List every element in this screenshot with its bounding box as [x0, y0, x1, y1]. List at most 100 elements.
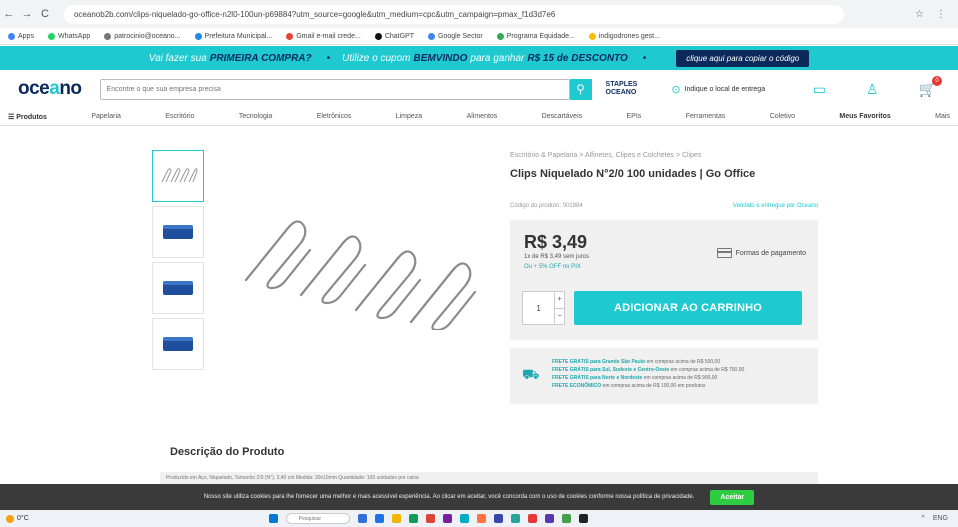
bookmark-favicon-icon: [496, 32, 504, 40]
forward-button[interactable]: →: [18, 8, 36, 20]
category-item[interactable]: Tecnologia: [239, 113, 272, 120]
bookmark-item[interactable]: ChatGPT: [374, 32, 414, 40]
taskbar-app-icon[interactable]: [578, 514, 588, 523]
add-to-cart-button[interactable]: ADICIONAR AO CARRINHO: [574, 291, 802, 325]
location-pin-icon: ⊙: [671, 83, 681, 96]
language-indicator[interactable]: ENG: [933, 515, 948, 522]
thumbnail-box-2[interactable]: [152, 262, 204, 314]
category-item[interactable]: Mais: [935, 113, 950, 120]
system-tray-arrow-icon[interactable]: ^: [922, 515, 925, 522]
oceano-logo[interactable]: oceano: [18, 78, 82, 100]
breadcrumb[interactable]: Escritório & Papelaria > Alfinetes, Clip…: [510, 152, 701, 159]
address-bar[interactable]: oceanob2b.com/clips-niquelado-go-office-…: [64, 4, 844, 24]
chat-icon[interactable]: ▭: [813, 81, 826, 98]
bookmark-star-icon[interactable]: ☆: [915, 9, 924, 20]
shipping-line-detail: em compras acima de R$ 750,00: [669, 367, 745, 373]
bookmark-label: Programa Equidade...: [506, 32, 575, 40]
weather-widget[interactable]: 0°C: [6, 514, 29, 523]
promo-separator-2: •: [642, 52, 647, 64]
quantity-input[interactable]: 1: [523, 292, 554, 324]
accept-cookies-button[interactable]: Aceitar: [710, 489, 755, 505]
bookmark-item[interactable]: Programa Equidade...: [496, 32, 575, 40]
promo-first-purchase: PRIMEIRA COMPRA?: [209, 52, 312, 64]
bookmark-label: WhatsApp: [57, 32, 91, 40]
bookmark-item[interactable]: Google Sector: [428, 32, 483, 40]
category-item[interactable]: Papelaria: [91, 113, 121, 120]
taskbar-app-icon[interactable]: [510, 514, 520, 523]
bookmark-item[interactable]: indigodrones gest...: [588, 32, 660, 40]
bookmark-item[interactable]: patrocinio@oceano...: [104, 32, 181, 40]
quantity-stepper: 1 + −: [522, 291, 565, 325]
category-item[interactable]: Ferramentas: [686, 113, 726, 120]
category-item[interactable]: Escritório: [165, 113, 194, 120]
product-title: Clips Niquelado N°2/0 100 unidades | Go …: [510, 168, 756, 180]
browser-menu-icon[interactable]: ⋮: [936, 9, 946, 20]
back-button[interactable]: ←: [0, 8, 18, 20]
bookmark-item[interactable]: Prefeitura Municipal...: [194, 32, 272, 40]
quantity-plus-button[interactable]: +: [555, 292, 564, 308]
category-item[interactable]: EPIs: [627, 113, 642, 120]
product-price: R$ 3,49: [524, 232, 588, 252]
shipping-line: FRETE GRÁTIS para Sul, Sudeste e Centro-…: [552, 366, 744, 374]
reload-button[interactable]: C: [36, 8, 54, 20]
taskbar-app-icon[interactable]: [561, 514, 571, 523]
promo-suffix: para ganhar: [470, 52, 525, 64]
promo-banner: Vai fazer sua PRIMEIRA COMPRA? • Utilize…: [0, 46, 958, 70]
thumbnail-box-3[interactable]: [152, 318, 204, 370]
bookmark-label: Apps: [18, 32, 34, 40]
user-icon[interactable]: ♙: [866, 81, 879, 98]
bookmark-item[interactable]: WhatsApp: [47, 32, 91, 40]
category-item[interactable]: Descartáveis: [542, 113, 582, 120]
taskbar-app-icon[interactable]: [493, 514, 503, 523]
taskbar-app-icon[interactable]: [544, 514, 554, 523]
description-text: Produzido em Aço, Niquelado, Tamanho 2/0…: [160, 472, 818, 484]
shipping-lines: FRETE GRÁTIS para Grande São Paulo em co…: [552, 358, 744, 390]
payment-methods-link[interactable]: Formas de pagamento: [716, 248, 806, 258]
category-item[interactable]: Alimentos: [467, 113, 498, 120]
category-item[interactable]: Meus Favoritos: [839, 113, 890, 120]
search-button[interactable]: ⚲: [569, 78, 592, 100]
windows-start-icon[interactable]: [268, 514, 278, 523]
promo-prefix: Vai fazer sua: [148, 52, 207, 64]
shipping-line-detail: em compras acima de R$ 500,00: [645, 359, 721, 365]
taskbar-app-icon[interactable]: [442, 514, 452, 523]
taskbar-app-icon[interactable]: [391, 514, 401, 523]
staples-logo: STAPLES OCEANO: [605, 81, 638, 96]
taskbar-app-icon[interactable]: [459, 514, 469, 523]
thumbnail-clips[interactable]: [152, 150, 204, 202]
category-item[interactable]: Coletivo: [770, 113, 795, 120]
delivery-location[interactable]: ⊙ Indique o local de entrega: [671, 83, 765, 96]
bookmark-item[interactable]: Apps: [8, 32, 34, 40]
copy-code-button[interactable]: clique aqui para copiar o código: [676, 49, 810, 67]
bookmark-item[interactable]: Gmail e-mail crede...: [286, 32, 361, 40]
location-label: Indique o local de entrega: [684, 85, 766, 93]
cart-icon[interactable]: 🛒 0: [919, 75, 942, 98]
taskbar-app-icon[interactable]: [425, 514, 435, 523]
taskbar-app-icon[interactable]: [357, 514, 367, 523]
cookie-text: Nosso site utiliza cookies para lhe forn…: [203, 494, 695, 500]
quantity-minus-button[interactable]: −: [555, 307, 564, 325]
thumbnail-box-1[interactable]: [152, 206, 204, 258]
shipping-line-title: FRETE ECONÔMICO: [552, 383, 602, 389]
category-item[interactable]: Produtos: [16, 114, 47, 121]
promo-mid: Utilize o cupom: [342, 52, 411, 64]
taskbar-app-icon[interactable]: [527, 514, 537, 523]
product-main-image: [244, 220, 477, 330]
taskbar-app-icon[interactable]: [374, 514, 384, 523]
search-input[interactable]: [99, 78, 570, 100]
clips-thumb-icon: [161, 168, 198, 183]
shipping-line-detail: em compras acima de R$ 100,00 em produto…: [601, 383, 706, 389]
truck-icon: ⛟: [522, 366, 540, 382]
taskbar-search[interactable]: Pesquisar: [285, 513, 350, 524]
taskbar-app-icon[interactable]: [476, 514, 486, 523]
product-code: Código do produto: 001884: [510, 203, 583, 209]
sold-by[interactable]: Vendido e entregue por Oceano: [733, 203, 818, 209]
bookmark-favicon-icon: [104, 32, 112, 40]
taskbar-app-icon[interactable]: [408, 514, 418, 523]
pix-discount-text: Ou + 5% OFF no PIX: [524, 264, 581, 270]
shipping-line-title: FRETE GRÁTIS para Sul, Sudeste e Centro-…: [552, 367, 670, 373]
category-item[interactable]: Eletrônicos: [317, 113, 352, 120]
category-item[interactable]: Limpeza: [396, 113, 422, 120]
bookmark-favicon-icon: [8, 32, 15, 40]
all-products-menu[interactable]: ☰ Produtos: [8, 113, 47, 121]
